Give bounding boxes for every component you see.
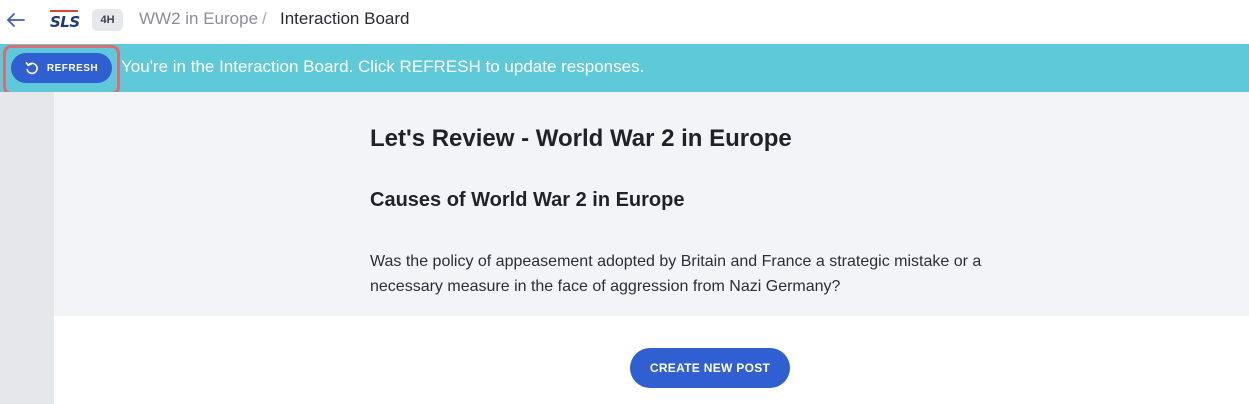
sls-logo[interactable]: SLS bbox=[50, 10, 80, 32]
breadcrumb-current: Interaction Board bbox=[280, 9, 410, 28]
breadcrumb-separator: / bbox=[262, 9, 267, 28]
refresh-button[interactable]: REFRESH bbox=[11, 53, 112, 83]
back-button[interactable] bbox=[4, 8, 28, 32]
top-bar: SLS 4H WW2 in Europe / Interaction Board bbox=[0, 0, 1249, 44]
section-title: Causes of World War 2 in Europe bbox=[370, 189, 685, 211]
breadcrumb-parent[interactable]: WW2 in Europe bbox=[139, 9, 258, 29]
create-new-post-button[interactable]: CREATE NEW POST bbox=[630, 348, 790, 388]
arrow-left-icon bbox=[7, 13, 25, 27]
level-badge: 4H bbox=[92, 9, 123, 31]
left-rail bbox=[0, 92, 54, 404]
logo-accent-bar bbox=[50, 10, 78, 12]
undo-refresh-icon bbox=[25, 61, 39, 75]
logo-text: SLS bbox=[50, 13, 80, 31]
board-title: Let's Review - World War 2 in Europe bbox=[370, 125, 792, 152]
banner-message: You're in the Interaction Board. Click R… bbox=[121, 57, 645, 76]
discussion-question: Was the policy of appeasement adopted by… bbox=[370, 253, 982, 295]
refresh-label: REFRESH bbox=[46, 62, 99, 74]
